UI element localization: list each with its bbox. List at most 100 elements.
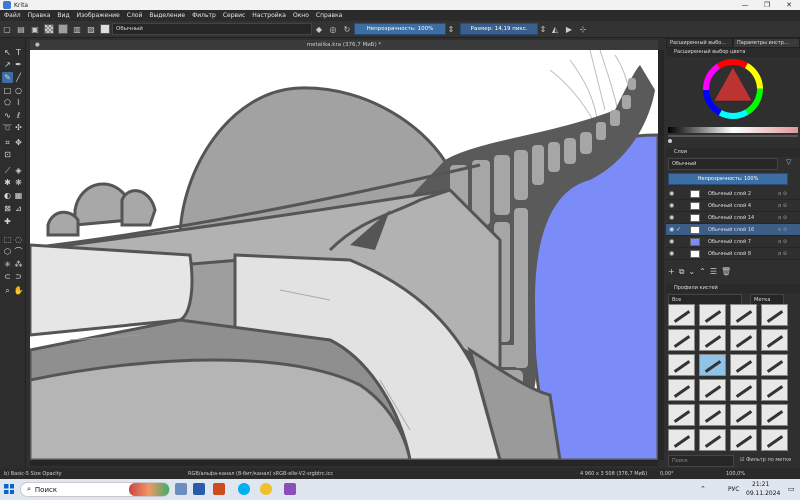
brush-preset-tile[interactable] bbox=[699, 404, 726, 426]
polygon-tool-icon[interactable]: ⬠ bbox=[2, 97, 13, 108]
eye-icon[interactable]: ◉ ✓ bbox=[669, 224, 681, 236]
brush-preset-tile[interactable] bbox=[668, 379, 695, 401]
menu-select[interactable]: Выделение bbox=[149, 12, 185, 19]
menu-file[interactable]: Файл bbox=[4, 12, 21, 19]
freehand-select-icon[interactable]: ⌒ bbox=[13, 246, 24, 257]
calligraphy-icon[interactable]: ✒ bbox=[13, 59, 24, 70]
rotation-status[interactable]: 0,00° bbox=[660, 471, 674, 477]
eye-icon[interactable]: ◉ bbox=[669, 248, 674, 260]
layer-lock-icon[interactable]: α ⊘ bbox=[778, 188, 787, 200]
move-tool-icon[interactable]: ✥ bbox=[13, 137, 24, 148]
layer-row[interactable]: ◉ Обычный слой 2 α ⊘ bbox=[666, 188, 800, 200]
opacity-slider[interactable]: Непрозрачность: 100% bbox=[354, 23, 446, 35]
brush-preset-icon[interactable]: ▨ bbox=[85, 23, 97, 35]
edit-shapes-icon[interactable]: ↗ bbox=[2, 59, 13, 70]
layer-lock-icon[interactable]: α ⊘ bbox=[778, 212, 787, 224]
minimize-button[interactable]: — bbox=[734, 0, 756, 10]
layer-blend-select[interactable]: Обычный bbox=[668, 158, 778, 170]
size-slider[interactable]: Размер: 14,19 пикс. bbox=[460, 23, 538, 35]
brush-preset-tile[interactable] bbox=[761, 379, 788, 401]
similar-select-icon[interactable]: ⁂ bbox=[13, 259, 24, 270]
bezier-tool-icon[interactable]: ∿ bbox=[2, 110, 13, 121]
brush-preset-tile[interactable] bbox=[761, 304, 788, 326]
mirror-horizontal-icon[interactable]: ◭ bbox=[549, 23, 561, 35]
pattern-tool-icon[interactable]: ▦ bbox=[13, 190, 24, 201]
blend-mode-select[interactable]: Обычный bbox=[112, 23, 312, 35]
mirror-vertical-icon[interactable]: ▶ bbox=[563, 23, 575, 35]
horizontal-scrollbar[interactable] bbox=[30, 460, 658, 466]
layer-lock-icon[interactable]: α ⊘ bbox=[778, 224, 787, 236]
menu-tools[interactable]: Сервис bbox=[223, 12, 245, 19]
drawing-canvas[interactable] bbox=[30, 50, 658, 460]
reload-preset-icon[interactable]: ↻ bbox=[341, 23, 353, 35]
brush-preset-tile[interactable] bbox=[730, 404, 757, 426]
layer-lock-icon[interactable]: α ⊘ bbox=[778, 200, 787, 212]
smart-patch-icon[interactable]: ✱ bbox=[2, 177, 13, 188]
wrap-around-icon[interactable]: ⊹ bbox=[577, 23, 589, 35]
contiguous-select-icon[interactable]: ✳ bbox=[2, 259, 13, 270]
menu-image[interactable]: Изображение bbox=[77, 12, 120, 19]
menu-view[interactable]: Вид bbox=[57, 12, 69, 19]
pan-tool-icon[interactable]: ✋ bbox=[13, 285, 24, 296]
fill-tool-icon[interactable]: ◈ bbox=[13, 165, 24, 176]
brush-preset-tile[interactable] bbox=[668, 404, 695, 426]
bezier-select-icon[interactable]: ⊂ bbox=[2, 271, 13, 282]
layer-opacity-slider[interactable]: Непрозрачность: 100% bbox=[668, 173, 788, 185]
polyline-tool-icon[interactable]: ⌇ bbox=[13, 97, 24, 108]
eye-icon[interactable]: ◉ bbox=[669, 236, 674, 248]
krita-app-icon[interactable] bbox=[284, 483, 296, 495]
vertical-scrollbar[interactable] bbox=[658, 50, 664, 460]
new-document-icon[interactable]: ▢ bbox=[1, 23, 13, 35]
layer-lock-icon[interactable]: α ⊘ bbox=[778, 248, 787, 260]
skype-app-icon[interactable] bbox=[238, 483, 250, 495]
crop-tool-icon[interactable]: ⌗ bbox=[2, 137, 13, 148]
tab-advanced-color-selector[interactable]: Расширенный выбо... bbox=[666, 38, 733, 48]
zoom-tool-icon[interactable]: ⌕ bbox=[2, 285, 13, 296]
close-document-icon[interactable]: ● bbox=[35, 40, 40, 50]
layer-properties-icon[interactable]: ☰ bbox=[710, 267, 721, 276]
brush-preset-tile[interactable] bbox=[730, 304, 757, 326]
polygon-select-icon[interactable]: ⬡ bbox=[2, 246, 13, 257]
brush-preset-tile[interactable] bbox=[730, 429, 757, 451]
pattern-swatch[interactable] bbox=[44, 24, 54, 34]
canvas-tab[interactable]: ● metalika.kra (376,7 МиБ) * bbox=[30, 40, 658, 50]
eye-icon[interactable]: ◉ bbox=[669, 200, 674, 212]
tab-tool-options[interactable]: Параметры инстр... bbox=[733, 38, 800, 48]
filter-by-tag-checkbox[interactable]: ☑ Фильтр по метке bbox=[740, 457, 791, 463]
menu-edit[interactable]: Правка bbox=[28, 12, 51, 19]
magnetic-select-icon[interactable]: ⊃ bbox=[13, 271, 24, 282]
delete-layer-icon[interactable]: 🗑 bbox=[721, 267, 735, 276]
layer-filter-icon[interactable]: ▽ bbox=[786, 158, 791, 166]
duplicate-layer-icon[interactable]: ⧉ bbox=[679, 267, 689, 276]
eye-icon[interactable]: ◉ bbox=[669, 188, 674, 200]
transform-tool-icon[interactable]: ⊡ bbox=[2, 149, 13, 160]
rect-select-icon[interactable]: ⬚ bbox=[2, 234, 13, 245]
brush-preview-swatch[interactable] bbox=[100, 24, 110, 34]
ellipse-tool-icon[interactable]: ○ bbox=[13, 85, 24, 96]
eraser-icon[interactable]: ◆ bbox=[313, 23, 325, 35]
gradient-tool-icon[interactable]: ◐ bbox=[2, 190, 13, 201]
brush-preset-tile[interactable] bbox=[699, 429, 726, 451]
menu-settings[interactable]: Настройка bbox=[252, 12, 286, 19]
alpha-lock-icon[interactable]: ◎ bbox=[327, 23, 339, 35]
freehand-path-icon[interactable]: ℓ bbox=[13, 110, 24, 121]
windows-start-icon[interactable] bbox=[4, 484, 14, 494]
brush-preset-tile[interactable] bbox=[668, 304, 695, 326]
task-view-icon[interactable] bbox=[175, 483, 187, 495]
brush-preset-tile[interactable] bbox=[761, 329, 788, 351]
brush-preset-tile[interactable] bbox=[730, 329, 757, 351]
brush-search-input[interactable]: Поиск bbox=[668, 455, 734, 467]
opacity-spin-icon[interactable]: ⇕ bbox=[447, 23, 455, 35]
word-app-icon[interactable] bbox=[193, 483, 205, 495]
menu-layer[interactable]: Слой bbox=[127, 12, 143, 19]
lang-indicator[interactable]: РУС bbox=[728, 486, 739, 493]
close-button[interactable]: ✕ bbox=[778, 0, 800, 10]
multibrush-icon[interactable]: ✣ bbox=[13, 122, 24, 133]
layer-row[interactable]: ◉ Обычный слой 14 α ⊘ bbox=[666, 212, 800, 224]
freehand-brush-icon[interactable]: ✎ bbox=[2, 72, 13, 83]
brush-preset-tile[interactable] bbox=[699, 304, 726, 326]
brush-preset-tile[interactable] bbox=[668, 429, 695, 451]
open-document-icon[interactable]: ▤ bbox=[15, 23, 27, 35]
add-layer-icon[interactable]: + bbox=[668, 267, 679, 276]
line-tool-icon[interactable]: ╱ bbox=[13, 72, 24, 83]
